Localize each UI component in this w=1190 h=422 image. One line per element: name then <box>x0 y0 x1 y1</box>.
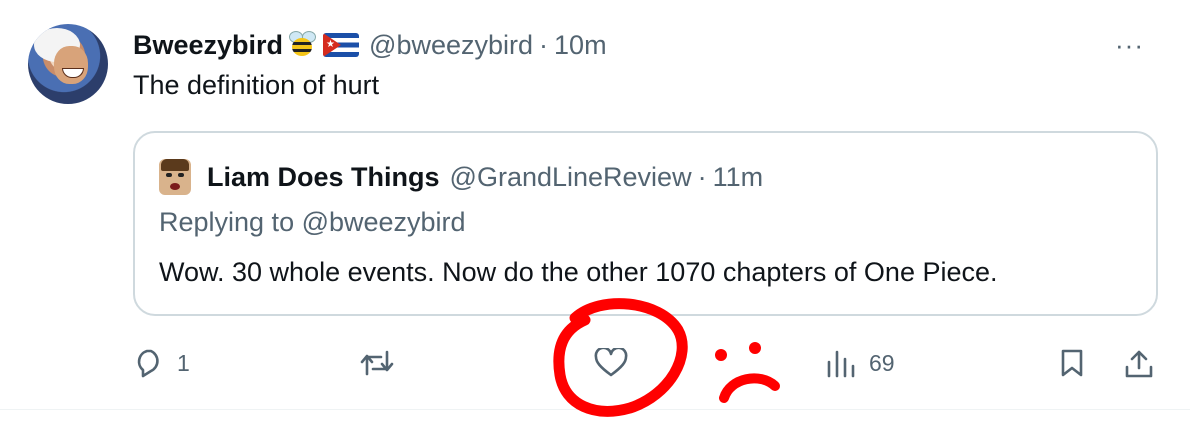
heart-icon <box>594 348 628 377</box>
retweet-icon <box>360 350 394 376</box>
author-name[interactable]: Bweezybird <box>133 30 283 61</box>
quoted-author-handle: @GrandLineReview <box>449 161 692 192</box>
tweet-header: Bweezybird ★ @bweezybird · 10m <box>133 26 607 64</box>
reply-count: 1 <box>177 349 190 376</box>
author-handle[interactable]: @bweezybird <box>369 30 533 61</box>
quoted-timestamp: 11m <box>712 161 764 192</box>
bookmark-button[interactable] <box>1058 348 1086 378</box>
tweet-divider <box>0 409 1190 410</box>
avatar-face <box>54 46 88 84</box>
share-button[interactable] <box>1123 348 1155 380</box>
views-icon <box>827 350 855 378</box>
tweet-text: The definition of hurt <box>133 70 380 100</box>
quoted-avatar <box>159 159 191 195</box>
bookmark-icon <box>1061 349 1083 377</box>
bee-emoji-icon <box>287 30 317 60</box>
share-icon <box>1125 350 1153 378</box>
quoted-header: Liam Does Things @GrandLineReview · 11m <box>159 157 763 197</box>
retweet-button[interactable] <box>359 348 407 378</box>
tweet-timestamp[interactable]: 10m <box>554 30 607 61</box>
quoted-tweet-card[interactable]: Liam Does Things @GrandLineReview · 11m … <box>133 131 1158 316</box>
more-icon[interactable]: ··· <box>1115 30 1144 61</box>
reply-icon <box>137 349 159 378</box>
like-button[interactable] <box>594 348 640 378</box>
cuba-flag-icon: ★ <box>323 33 360 57</box>
views-count: 69 <box>869 349 895 376</box>
header-separator: · <box>539 29 549 60</box>
reply-button[interactable]: 1 <box>133 348 190 378</box>
quoted-separator: · <box>697 161 707 192</box>
author-avatar[interactable] <box>28 24 108 104</box>
quoted-replying-to: Replying to @bweezybird <box>159 207 466 237</box>
quoted-text: Wow. 30 whole events. Now do the other 1… <box>159 257 998 287</box>
views-button[interactable]: 69 <box>825 348 895 378</box>
action-bar: 1 69 <box>133 340 1158 390</box>
quoted-author-name: Liam Does Things <box>207 161 440 192</box>
